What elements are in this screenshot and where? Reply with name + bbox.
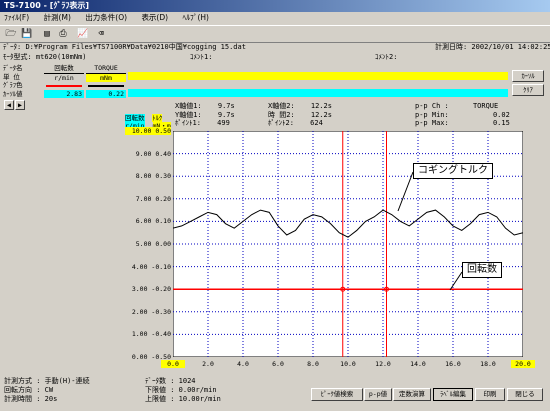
x-tick-label: 10.0 (340, 360, 356, 368)
x-tick-label: 16.0 (445, 360, 461, 368)
channel-row-labels: ﾃﾞｰﾀ名 単 位 ｸﾞﾗﾌ色 ｶｰｿﾙ値 (3, 64, 23, 98)
open-folder-icon[interactable]: 🗁 (4, 28, 18, 40)
clear-button[interactable]: ｸﾘｱ (512, 84, 544, 96)
ch1-color-swatch (46, 85, 82, 87)
y-tick-label: 7.00 0.20 (135, 194, 171, 203)
save-icon[interactable]: 💾 (20, 28, 34, 40)
x-tick-label: 18.0 (480, 360, 496, 368)
y-tick-label: 2.00 -0.30 (131, 307, 171, 316)
y-tick-label: 5.00 0.00 (135, 240, 171, 248)
comment2: ｺﾒﾝﾄ2: (375, 53, 398, 61)
x-tick-label: 6.0 (272, 360, 284, 368)
print-icon[interactable]: ⎙ (56, 28, 70, 40)
x-tick-label: 8.0 (307, 360, 319, 368)
menu-file[interactable]: ﾌｧｲﾙ(F) (4, 13, 29, 22)
chart-icon[interactable]: 📈 (76, 28, 90, 40)
channel-2-column[interactable]: TORQUE mNm 0.22 (86, 64, 126, 98)
x-tick-label: 4.0 (237, 360, 249, 368)
motor-model: ﾓｰﾀ型式: mt620(10mNm) (3, 53, 87, 61)
scroll-right-button[interactable]: ▶ (15, 100, 25, 110)
close-button[interactable]: 閉じる (507, 388, 543, 401)
window-title: TS-7100 - [ｸﾞﾗﾌ表示] (0, 0, 550, 12)
ch2-color-swatch (88, 85, 124, 87)
menu-measure[interactable]: 計測(M) (44, 13, 71, 22)
label-edit-button[interactable]: ﾗﾍﾞﾙ編集 (433, 388, 473, 401)
y-tick-label: 9.00 0.40 (135, 149, 171, 158)
x-tick-label: 20.0 (511, 360, 535, 368)
scroll-left-button[interactable]: ◀ (4, 100, 14, 110)
export-icon[interactable]: ▤ (40, 28, 54, 40)
cursor-button[interactable]: ｶｰｿﾙ (512, 70, 544, 82)
y-tick-label: 3.00 -0.20 (131, 285, 171, 294)
constant-calc-button[interactable]: 定数演算 (393, 388, 431, 401)
eraser-icon[interactable]: ⌫ (94, 28, 108, 40)
pp-info: p-p Ch : TORQUE p-p Min: 0.02 p-p Max: 0… (415, 102, 510, 127)
pp-value-button[interactable]: p-p値 (364, 388, 392, 401)
menu-help[interactable]: ﾍﾙﾌﾟ(H) (182, 13, 209, 22)
menu-output[interactable]: 出力条件(O) (85, 13, 127, 22)
cursor-info-2: X軸値2: 12.2s 時 間2: 12.2s ﾎﾟｲﾝﾄ2: 624 (268, 102, 332, 127)
x-tick-label: 14.0 (410, 360, 426, 368)
annotation-cogging-torque: コギングトルク (413, 163, 493, 179)
footer-left: 計測方式 : 手動(H)-連続 回転方向 : CW 計測時間 : 20s (4, 377, 90, 403)
cursor-info-1: X軸値1: 9.7s Y軸値1: 9.7s ﾎﾟｲﾝﾄ1: 499 (175, 102, 235, 127)
peak-search-button[interactable]: ﾋﾟｰｸ値検索 (311, 388, 363, 401)
measure-datetime: 計測日時: 2002/10/01 14:02:25 (435, 43, 550, 51)
x-tick-label: 12.0 (375, 360, 391, 368)
y-tick-label: 8.00 0.30 (135, 172, 171, 181)
comment1: ｺﾒﾝﾄ1: (190, 53, 213, 61)
empty-channel-slots (128, 64, 508, 100)
channel-1-column[interactable]: 回転数 r/min 2.83 (44, 64, 84, 98)
x-tick-label: 2.0 (202, 360, 214, 368)
toolbar: 🗁 💾 ▤ ⎙ 📈 ⌫ (0, 25, 550, 43)
y-tick-label: 1.00 -0.40 (131, 330, 171, 339)
footer-right: ﾃﾞｰﾀ数 : 1024 下限値 : 0.00r/min 上限値 : 10.00… (145, 377, 221, 403)
y-tick-label: 4.00 -0.10 (131, 262, 171, 271)
data-file-path: ﾃﾞｰﾀ: D:¥Program Files¥TS7100R¥Data¥0210… (3, 43, 246, 51)
y-tick-label: 10.00 0.50 (125, 127, 171, 135)
y-tick-label: 6.00 0.10 (135, 217, 171, 226)
menu-view[interactable]: 表示(D) (141, 13, 168, 22)
print-button[interactable]: 印刷 (475, 388, 505, 401)
annotation-rotation-speed: 回転数 (462, 262, 502, 278)
menu-bar: ﾌｧｲﾙ(F) 計測(M) 出力条件(O) 表示(D) ﾍﾙﾌﾟ(H) (0, 12, 550, 24)
x-tick-label: 0.0 (161, 360, 185, 368)
